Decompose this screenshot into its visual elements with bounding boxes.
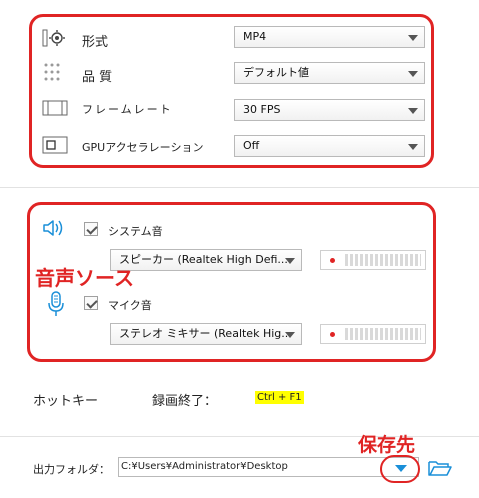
chevron-down-icon [408,71,418,77]
gpu-select[interactable]: Off [234,135,425,157]
speaker-icon [43,220,63,236]
mic-sound-checkbox[interactable] [84,296,98,310]
hotkey-value[interactable]: Ctrl + F1 [255,391,304,404]
microphone-icon [48,291,64,316]
system-sound-device-select[interactable]: スピーカー (Realtek High Defi... [110,249,302,271]
dots-icon [44,63,60,81]
system-sound-label: システム音 [108,225,163,238]
chip-icon [42,136,68,154]
folder-open-icon[interactable] [428,459,452,477]
audio-source-annotation: 音声ソース [35,266,134,290]
chevron-down-icon [408,144,418,150]
quality-value: デフォルト値 [243,66,309,79]
level-indicator-dot [330,332,335,337]
framerate-value: 30 FPS [243,103,281,116]
save-location-annotation: 保存先 [358,434,416,456]
level-bars [345,328,421,340]
framerate-label: フレームレート [82,103,173,116]
chevron-down-icon [408,35,418,41]
system-sound-level-meter [320,250,426,270]
chevron-down-icon [285,258,295,264]
output-path-field[interactable]: C:¥Users¥Administrator¥Desktop [118,457,419,477]
dropdown-highlight [380,455,420,483]
level-bars [345,254,421,266]
quality-select[interactable]: デフォルト値 [234,62,425,84]
level-indicator-dot [330,258,335,263]
mic-device-value: ステレオ ミキサー (Realtek Hig... [119,327,292,340]
quality-label: 品 質 [82,70,113,85]
output-folder-label: 出力フォルダ： [33,463,110,476]
gpu-label: GPUアクセラレーション [82,141,204,154]
hotkey-action-label: 録画終了： [152,394,218,409]
system-sound-checkbox[interactable] [84,222,98,236]
mic-device-select[interactable]: ステレオ ミキサー (Realtek Hig... [110,323,302,345]
gear-icon [42,29,65,47]
mic-level-meter [320,324,426,344]
format-value: MP4 [243,30,267,43]
framerate-select[interactable]: 30 FPS [234,99,425,121]
format-select[interactable]: MP4 [234,26,425,48]
system-sound-device-value: スピーカー (Realtek High Defi... [119,253,288,266]
chevron-down-icon [408,108,418,114]
format-label: 形式 [82,35,109,50]
chevron-down-icon [285,332,295,338]
section-divider [0,187,479,188]
gpu-value: Off [243,139,260,152]
film-icon [42,100,68,116]
hotkey-label: ホットキー [33,394,99,409]
mic-sound-label: マイク音 [108,299,152,312]
output-path-value: C:¥Users¥Administrator¥Desktop [121,461,288,472]
